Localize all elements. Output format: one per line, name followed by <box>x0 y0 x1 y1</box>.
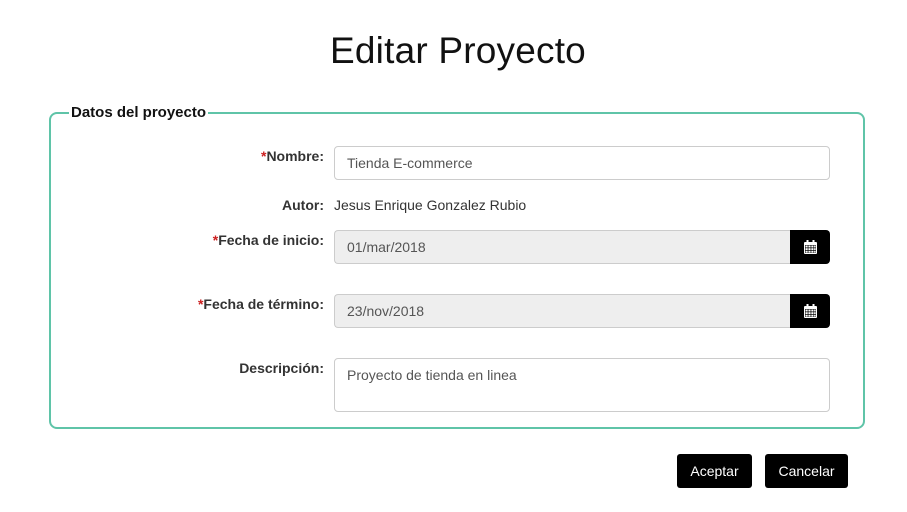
nombre-input[interactable]: Tienda E-commerce <box>334 146 830 180</box>
descripcion-textarea[interactable]: Proyecto de tienda en linea <box>334 358 830 412</box>
calendar-icon <box>803 304 817 318</box>
fecha-termino-label-text: Fecha de término: <box>203 296 324 312</box>
descripcion-label: Descripción: <box>239 360 324 376</box>
accept-button[interactable]: Aceptar <box>677 454 752 488</box>
fecha-inicio-label-text: Fecha de inicio: <box>218 232 324 248</box>
page-title: Editar Proyecto <box>330 30 586 71</box>
autor-value: Jesus Enrique Gonzalez Rubio <box>334 197 527 213</box>
autor-label: Autor: <box>282 197 324 213</box>
fecha-termino-label: *Fecha de término: <box>198 296 324 312</box>
fecha-inicio-calendar-button[interactable] <box>790 230 830 264</box>
nombre-label-text: Nombre: <box>266 148 324 164</box>
calendar-icon <box>803 240 817 254</box>
cancel-button[interactable]: Cancelar <box>765 454 848 488</box>
fecha-inicio-label: *Fecha de inicio: <box>213 232 324 248</box>
fecha-termino-input[interactable]: 23/nov/2018 <box>334 294 791 328</box>
nombre-label: *Nombre: <box>261 148 324 164</box>
fecha-inicio-input[interactable]: 01/mar/2018 <box>334 230 791 264</box>
fieldset-legend: Datos del proyecto <box>71 104 207 121</box>
fecha-termino-calendar-button[interactable] <box>790 294 830 328</box>
